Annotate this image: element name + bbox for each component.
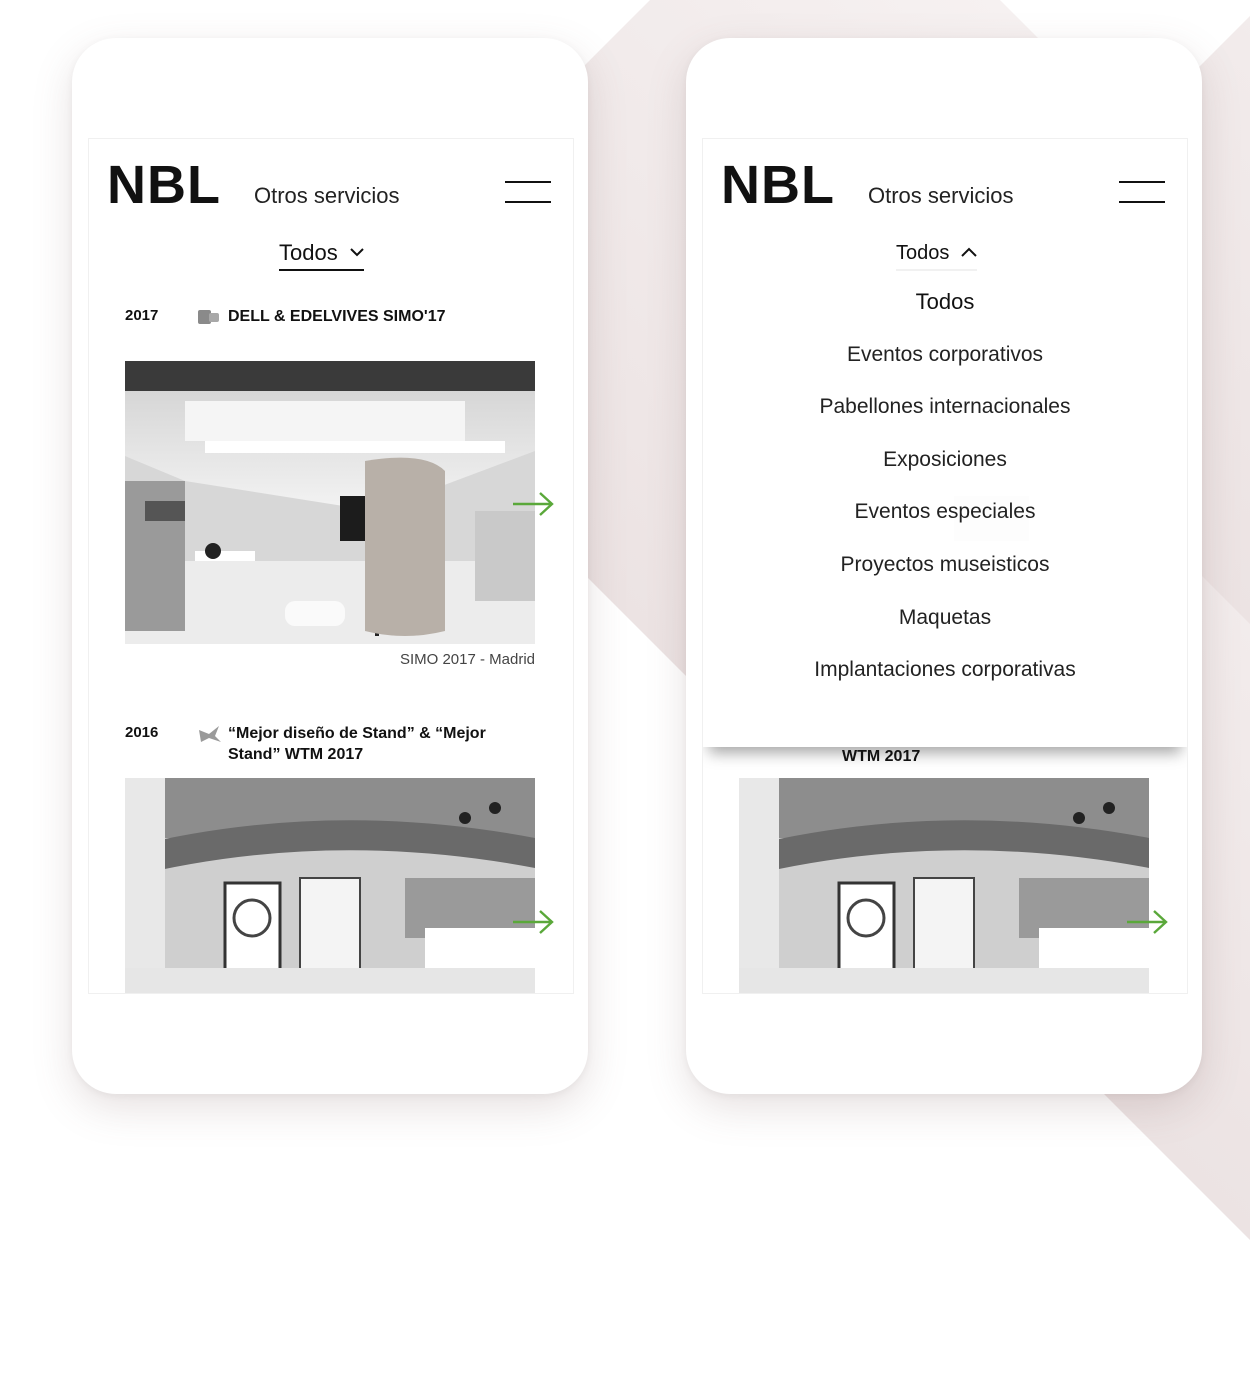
project-entry: 2016 “Mejor diseño de Stand” & “Mejor St… <box>125 724 545 774</box>
option-proyectos-museisticos[interactable]: Proyectos museisticos <box>703 550 1187 603</box>
option-implantaciones-corporativas[interactable]: Implantaciones corporativas <box>703 655 1187 708</box>
nbl-logo[interactable]: NBL <box>721 157 835 213</box>
category-options: Todos Eventos corporativos Pabellones in… <box>703 287 1187 708</box>
option-maquetas[interactable]: Maquetas <box>703 603 1187 656</box>
next-arrow-icon[interactable] <box>511 489 557 519</box>
project-entry: 2017 DELL & EDELVIVES SIMO'17 <box>125 307 545 357</box>
phone-screen: NBL Otros servicios Todos Todos Eventos … <box>702 138 1188 994</box>
option-eventos-corporativos[interactable]: Eventos corporativos <box>703 340 1187 393</box>
photo-caption: SIMO 2017 - Madrid <box>399 651 535 668</box>
award-icon <box>197 724 223 749</box>
project-photo[interactable] <box>125 361 535 644</box>
chevron-up-icon <box>961 244 978 262</box>
project-title[interactable]: DELL & EDELVIVES SIMO'17 <box>228 306 528 327</box>
project-photo[interactable] <box>125 778 535 993</box>
chevron-down-icon <box>350 244 364 262</box>
next-arrow-icon[interactable] <box>511 907 557 937</box>
phone-screen: NBL Otros servicios Todos 2017 DELL & ED… <box>88 138 574 994</box>
category-filter-dropdown[interactable]: Todos <box>896 237 978 271</box>
project-year: 2017 <box>125 307 159 324</box>
phone-mockup-right: NBL Otros servicios Todos Todos Eventos … <box>686 38 1202 1094</box>
project-title[interactable]: “Mejor diseño de Stand” & “Mejor Stand” … <box>228 723 528 765</box>
option-pabellones-internacionales[interactable]: Pabellones internacionales <box>703 392 1187 445</box>
project-year: 2016 <box>125 724 159 741</box>
option-todos[interactable]: Todos <box>703 287 1187 340</box>
option-eventos-especiales[interactable]: Eventos especiales <box>703 497 1187 550</box>
nbl-logo[interactable]: NBL <box>107 157 221 213</box>
section-title: Otros servicios <box>254 183 400 208</box>
category-filter-dropdown[interactable]: Todos <box>279 237 364 271</box>
project-title-partial[interactable]: WTM 2017 <box>842 746 1142 767</box>
phone-mockup-left: NBL Otros servicios Todos 2017 DELL & ED… <box>72 38 588 1094</box>
next-arrow-icon[interactable] <box>1125 907 1171 937</box>
hamburger-menu-icon[interactable] <box>1119 181 1165 203</box>
category-dropdown-menu: Todos Eventos corporativos Pabellones in… <box>703 267 1187 747</box>
option-exposiciones[interactable]: Exposiciones <box>703 445 1187 498</box>
briefcase-icon <box>197 307 221 330</box>
project-photo[interactable] <box>739 778 1149 993</box>
filter-label: Todos <box>896 241 950 264</box>
hamburger-menu-icon[interactable] <box>505 181 551 203</box>
section-title: Otros servicios <box>868 183 1014 208</box>
filter-label: Todos <box>279 240 338 265</box>
